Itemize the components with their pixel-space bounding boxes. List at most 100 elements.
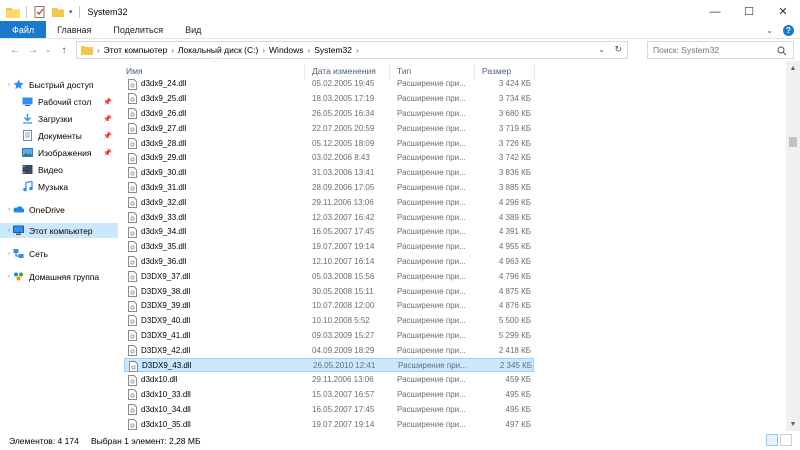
nav-item-network[interactable]: › Сеть xyxy=(0,246,118,261)
recent-locations-button[interactable]: ⌄ xyxy=(41,42,55,58)
file-name: d3dx9_27.dll xyxy=(141,123,187,133)
vertical-scrollbar[interactable]: ▲ ▼ xyxy=(786,61,800,431)
pin-icon[interactable]: 📌 xyxy=(103,149,112,157)
file-row[interactable]: d3dx10_34.dll 16.05.2007 17:45 Расширение … xyxy=(124,402,534,417)
file-row[interactable]: D3DX9_38.dll 30.05.2008 15:11 Расширение п… xyxy=(124,284,534,299)
file-row[interactable]: d3dx9_26.dll 26.05.2005 16:34 Расширение п… xyxy=(124,106,534,121)
file-row[interactable]: D3DX9_42.dll 04.09.2009 18:29 Расширение п… xyxy=(124,343,534,358)
address-dropdown-icon[interactable]: ⌄ xyxy=(598,45,605,54)
up-button[interactable]: ↑ xyxy=(57,42,71,58)
file-row[interactable]: d3dx9_36.dll 12.10.2007 16:14 Расширение п… xyxy=(124,254,534,269)
file-date: 19.07.2007 19:14 xyxy=(312,242,375,252)
pin-icon[interactable]: 📌 xyxy=(103,115,112,123)
maximize-button[interactable]: ☐ xyxy=(732,0,766,23)
file-type: Расширение при... xyxy=(397,197,466,207)
search-icon[interactable] xyxy=(777,46,787,56)
expand-arrow-icon[interactable]: › xyxy=(8,228,10,234)
file-row[interactable]: d3dx9_35.dll 19.07.2007 19:14 Расширение п… xyxy=(124,239,534,254)
tab-file[interactable]: Файл xyxy=(0,21,47,38)
tab-home[interactable]: Главная xyxy=(46,21,102,38)
properties-icon[interactable] xyxy=(33,5,47,18)
expand-ribbon-icon[interactable]: ⌄ xyxy=(766,26,773,35)
expand-arrow-icon[interactable]: › xyxy=(8,274,10,280)
dll-file-icon xyxy=(128,93,137,105)
breadcrumb-this-pc[interactable]: Этот компьютер xyxy=(104,45,168,55)
breadcrumb-windows[interactable]: Windows xyxy=(269,45,303,55)
close-button[interactable]: ✕ xyxy=(766,0,800,23)
new-folder-icon[interactable] xyxy=(51,6,65,18)
search-box[interactable] xyxy=(647,41,794,59)
customize-toolbar-icon[interactable]: ▾ xyxy=(69,8,73,16)
file-date: 16.05.2007 17:45 xyxy=(312,227,375,237)
breadcrumb-separator[interactable]: › xyxy=(97,46,100,55)
file-row[interactable]: D3DX9_40.dll 10.10.2008 5:52 Расширение пр… xyxy=(124,313,534,328)
file-row[interactable]: d3dx9_34.dll 16.05.2007 17:45 Расширение п… xyxy=(124,225,534,240)
file-size: 3 680 КБ xyxy=(498,108,531,118)
breadcrumb-local-disk[interactable]: Локальный диск (C:) xyxy=(178,45,258,55)
scroll-thumb[interactable] xyxy=(789,137,797,147)
details-view-icon[interactable] xyxy=(766,434,778,446)
minimize-button[interactable]: — xyxy=(698,0,732,23)
pin-icon[interactable]: 📌 xyxy=(103,132,112,140)
breadcrumb-separator[interactable]: › xyxy=(308,46,311,55)
file-date: 26.05.2010 12:41 xyxy=(313,360,376,370)
file-row[interactable]: d3dx10.dll 29.11.2006 13:06 Расширение при… xyxy=(124,373,534,388)
file-row[interactable]: D3DX9_37.dll 05.03.2008 15:56 Расширение п… xyxy=(124,269,534,284)
file-row[interactable]: d3dx9_33.dll 12.03.2007 16:42 Расширение п… xyxy=(124,210,534,225)
breadcrumb-separator[interactable]: › xyxy=(171,46,174,55)
file-row[interactable]: D3DX9_41.dll 09.03.2009 15:27 Расширение п… xyxy=(124,328,534,343)
pin-icon[interactable]: 📌 xyxy=(103,98,112,106)
nav-item-desktop[interactable]: Рабочий стол 📌 xyxy=(0,94,118,109)
file-row[interactable]: d3dx9_29.dll 03.02.2006 8:43 Расширение пр… xyxy=(124,151,534,166)
file-name: d3dx9_32.dll xyxy=(141,197,187,207)
download-icon xyxy=(23,113,32,124)
dll-file-icon xyxy=(128,226,137,238)
nav-label: Видео xyxy=(38,164,63,175)
nav-item-downloads[interactable]: Загрузки 📌 xyxy=(0,111,118,126)
nav-item-this-pc[interactable]: › Этот компьютер xyxy=(0,223,118,238)
large-icons-view-icon[interactable] xyxy=(780,434,792,446)
file-row[interactable]: d3dx9_32.dll 29.11.2006 13:06 Расширение п… xyxy=(124,195,534,210)
file-name: D3DX9_37.dll xyxy=(141,271,191,281)
nav-item-onedrive[interactable]: › OneDrive xyxy=(0,202,118,217)
file-row[interactable]: d3dx10_35.dll 19.07.2007 19:14 Расширение … xyxy=(124,417,534,431)
file-date: 29.11.2006 13:06 xyxy=(312,197,374,207)
help-icon[interactable]: ? xyxy=(783,24,794,36)
file-row[interactable]: d3dx10_33.dll 15.03.2007 16:57 Расширение … xyxy=(124,387,534,402)
homegroup-icon xyxy=(14,272,23,281)
file-row[interactable]: d3dx9_24.dll 05.02.2005 19:45 Расширение п… xyxy=(124,77,534,92)
expand-arrow-icon[interactable]: › xyxy=(8,251,10,257)
file-row[interactable]: d3dx9_27.dll 22.07.2005 20:59 Расширение п… xyxy=(124,121,534,136)
breadcrumb-separator[interactable]: › xyxy=(262,46,265,55)
file-row[interactable]: d3dx9_25.dll 18.03.2005 17:19 Расширение п… xyxy=(124,91,534,106)
file-row[interactable]: D3DX9_43.dll 26.05.2010 12:41 Расширение п… xyxy=(124,357,534,373)
nav-item-video[interactable]: Видео xyxy=(0,162,118,177)
file-date: 09.03.2009 15:27 xyxy=(312,330,375,340)
expand-arrow-icon[interactable]: › xyxy=(8,82,10,88)
back-button[interactable]: ← xyxy=(8,42,22,58)
file-name: d3dx10_34.dll xyxy=(141,404,191,414)
file-date: 05.12.2005 18:09 xyxy=(312,138,375,148)
nav-item-music[interactable]: Музыка xyxy=(0,179,118,194)
scroll-up-arrow[interactable]: ▲ xyxy=(786,61,800,75)
file-row[interactable]: d3dx9_28.dll 05.12.2005 18:09 Расширение п… xyxy=(124,136,534,151)
nav-item-documents[interactable]: Документы 📌 xyxy=(0,128,118,143)
nav-item-homegroup[interactable]: › Домашняя группа xyxy=(0,269,118,284)
nav-item-pictures[interactable]: Изображения 📌 xyxy=(0,145,118,160)
breadcrumb-separator[interactable]: › xyxy=(356,46,359,55)
scroll-down-arrow[interactable]: ▼ xyxy=(786,417,800,431)
tab-share[interactable]: Поделиться xyxy=(102,21,174,38)
file-type: Расширение при... xyxy=(397,153,466,163)
tab-view[interactable]: Вид xyxy=(174,21,212,38)
nav-item-quick-access[interactable]: › Быстрый доступ xyxy=(0,77,118,92)
file-row[interactable]: d3dx9_31.dll 28.09.2006 17:05 Расширение п… xyxy=(124,180,534,195)
file-name: d3dx9_25.dll xyxy=(141,94,187,104)
search-input[interactable] xyxy=(653,45,773,55)
file-row[interactable]: d3dx9_30.dll 31.03.2006 13:41 Расширение п… xyxy=(124,165,534,180)
breadcrumb-system32[interactable]: System32 xyxy=(314,45,352,55)
expand-arrow-icon[interactable]: › xyxy=(8,207,10,213)
address-bar[interactable]: › Этот компьютер › Локальный диск (C:) ›… xyxy=(76,41,628,59)
refresh-icon[interactable]: ↻ xyxy=(614,44,622,55)
forward-button[interactable]: → xyxy=(26,42,40,58)
file-row[interactable]: D3DX9_39.dll 10.07.2008 12:00 Расширение п… xyxy=(124,299,534,314)
